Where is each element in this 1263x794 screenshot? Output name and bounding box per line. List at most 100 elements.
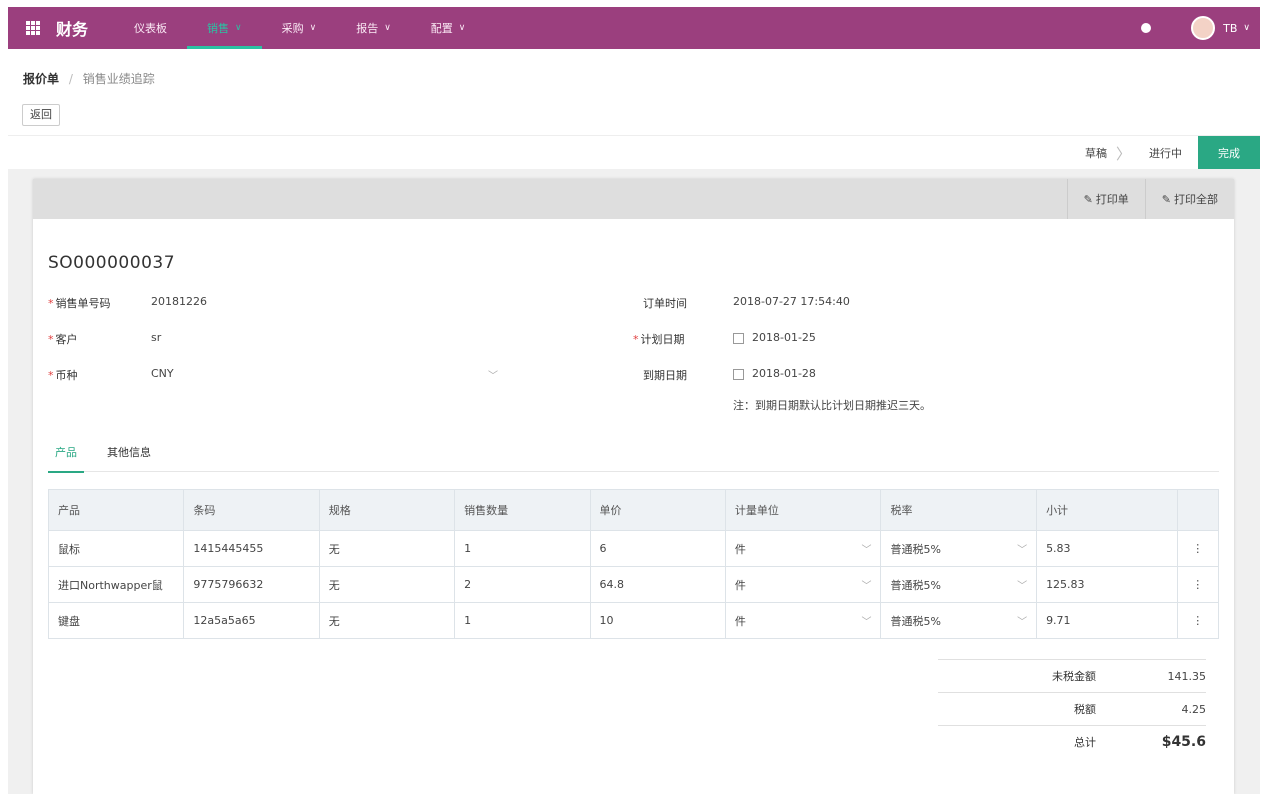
calendar-icon: [733, 368, 744, 380]
nav-reports[interactable]: 报告 ∨: [336, 7, 411, 49]
col-actions: [1176, 489, 1219, 531]
card-toolbar: ✎ 打印单 ✎ 打印全部: [33, 179, 1234, 219]
nav-sales[interactable]: 销售 ∨: [187, 7, 262, 49]
chevron-down-icon: ﹀: [1017, 616, 1028, 628]
nav-purchase[interactable]: 采购 ∨: [262, 7, 337, 49]
col-qty: 销售数量: [454, 489, 591, 531]
cell-product[interactable]: 键盘: [47, 602, 185, 639]
notification-bell-icon[interactable]: [1141, 23, 1152, 33]
currency-select[interactable]: CNY: [151, 367, 174, 380]
cell-product[interactable]: 进口Northwapper鼠: [47, 566, 185, 603]
cell-price[interactable]: 64.8: [589, 566, 726, 603]
expire-date-label: 到期日期: [643, 369, 687, 382]
col-unit: 计量单位: [724, 489, 882, 531]
order-number: SO000000037: [48, 253, 176, 273]
nav-dashboard-label: 仪表板: [134, 22, 168, 35]
cell-spec: 无: [318, 530, 456, 567]
row-menu-icon[interactable]: ⋮: [1176, 530, 1219, 567]
app-frame: 财务 仪表板 销售 ∨ 采购 ∨ 报告 ∨ 配置 ∨ TB ∨ 报价单 / 销售业绩追踪…: [8, 7, 1260, 794]
required-mark: *: [48, 369, 54, 382]
topbar-right: TB ∨: [1141, 16, 1250, 40]
expire-date-value: 2018-01-28: [752, 367, 816, 380]
app-brand: 财务: [56, 20, 89, 39]
main-nav: 仪表板 销售 ∨ 采购 ∨ 报告 ∨ 配置 ∨: [114, 7, 485, 49]
customer-label: * 客户: [48, 331, 78, 347]
breadcrumb-current: 销售业绩追踪: [82, 72, 155, 86]
nav-reports-label: 报告: [356, 22, 379, 35]
cell-qty[interactable]: 1: [454, 530, 591, 567]
nav-dashboard[interactable]: 仪表板: [114, 7, 187, 49]
cell-price[interactable]: 6: [589, 530, 726, 567]
chevron-down-icon[interactable]: ﹀: [488, 367, 498, 382]
apps-grid-icon[interactable]: [26, 21, 40, 35]
order-date-field: 2018-07-27 17:54:40: [733, 295, 850, 308]
row-menu-icon[interactable]: ⋮: [1176, 566, 1219, 603]
untaxed-label: 未税金额: [1052, 670, 1096, 683]
tax-row: 税额 4.25: [938, 692, 1206, 725]
row-menu-icon[interactable]: ⋮: [1176, 602, 1219, 639]
print-order-button[interactable]: ✎ 打印单: [1066, 179, 1145, 219]
cell-product[interactable]: 鼠标: [47, 530, 185, 567]
cell-qty[interactable]: 1: [454, 602, 591, 639]
table-row: 鼠标 1415445455 无 1 6 件 ﹀ 普通税5% ﹀ 5.83 ⋮: [47, 530, 1219, 567]
chevron-down-icon[interactable]: ∨: [1243, 23, 1250, 33]
chevron-down-icon: ∨: [235, 23, 242, 33]
chevron-down-icon: ∨: [384, 23, 391, 33]
cell-qty[interactable]: 2: [454, 566, 591, 603]
unit-value: 件: [734, 578, 746, 592]
untaxed-value: 141.35: [1167, 669, 1207, 683]
calendar-icon: [733, 332, 744, 344]
cell-tax[interactable]: 普通税5% ﹀: [880, 530, 1038, 567]
cell-subtotal: 125.83: [1036, 566, 1178, 603]
top-navbar: 财务 仪表板 销售 ∨ 采购 ∨ 报告 ∨ 配置 ∨ TB ∨: [8, 7, 1260, 49]
customer-label-text: 客户: [55, 333, 78, 346]
print-all-button[interactable]: ✎ 打印全部: [1144, 179, 1234, 219]
order-card: ✎ 打印单 ✎ 打印全部 SO000000037 * 销售单号码 20181226 *…: [33, 179, 1234, 794]
cell-unit[interactable]: 件 ﹀: [724, 530, 882, 567]
status-stages: 草稿 进行中 完成: [8, 135, 1260, 170]
cell-spec: 无: [318, 602, 456, 639]
user-name[interactable]: TB: [1223, 22, 1237, 35]
expire-date-field[interactable]: 2018-01-28: [733, 367, 816, 380]
tax-value: 普通税5%: [890, 578, 941, 592]
tab-other-info[interactable]: 其他信息: [100, 441, 158, 471]
products-table: 产品 条码 规格 销售数量 单价 计量单位 税率 小计 鼠标 141544545…: [47, 489, 1219, 639]
print-all-label: 打印全部: [1174, 193, 1218, 206]
cell-unit[interactable]: 件 ﹀: [724, 566, 882, 603]
nav-config-label: 配置: [430, 22, 453, 35]
plan-date-label: * 计划日期: [633, 331, 685, 347]
stage-draft[interactable]: 草稿: [1069, 136, 1131, 170]
order-name-label: * 销售单号码: [48, 295, 111, 311]
stage-in-progress[interactable]: 进行中: [1133, 136, 1198, 170]
tax-value: 普通税5%: [890, 542, 941, 556]
cell-unit[interactable]: 件 ﹀: [724, 602, 882, 639]
unit-value: 件: [734, 542, 746, 556]
plan-date-field[interactable]: 2018-01-25: [733, 331, 816, 344]
cell-price[interactable]: 10: [589, 602, 726, 639]
tax-value: 4.25: [1181, 702, 1207, 716]
totals-summary: 未税金额 141.35 税额 4.25 总计 $45.6: [938, 659, 1206, 758]
cell-tax[interactable]: 普通税5% ﹀: [880, 566, 1038, 603]
tab-products[interactable]: 产品: [48, 441, 84, 473]
print-order-label: 打印单: [1095, 193, 1129, 206]
customer-field[interactable]: sr: [151, 331, 161, 344]
required-mark: *: [48, 297, 54, 310]
breadcrumb-root[interactable]: 报价单: [23, 72, 59, 86]
required-mark: *: [633, 333, 639, 346]
cell-barcode: 12a5a5a65: [183, 602, 320, 639]
chevron-down-icon: ﹀: [1017, 544, 1028, 556]
nav-purchase-label: 采购: [281, 22, 304, 35]
cell-spec: 无: [318, 566, 456, 603]
nav-sales-label: 销售: [207, 22, 230, 35]
breadcrumb-separator: /: [68, 72, 73, 86]
stage-done[interactable]: 完成: [1198, 136, 1260, 170]
user-avatar[interactable]: [1191, 16, 1216, 40]
edit-icon: ✎: [1083, 192, 1093, 206]
back-button[interactable]: 返回: [22, 104, 60, 126]
nav-config[interactable]: 配置 ∨: [411, 7, 486, 49]
order-name-field[interactable]: 20181226: [151, 295, 207, 308]
cell-tax[interactable]: 普通税5% ﹀: [880, 602, 1038, 639]
required-mark: *: [48, 333, 54, 346]
breadcrumb: 报价单 / 销售业绩追踪: [23, 70, 155, 87]
total-row: 总计 $45.6: [938, 725, 1206, 758]
